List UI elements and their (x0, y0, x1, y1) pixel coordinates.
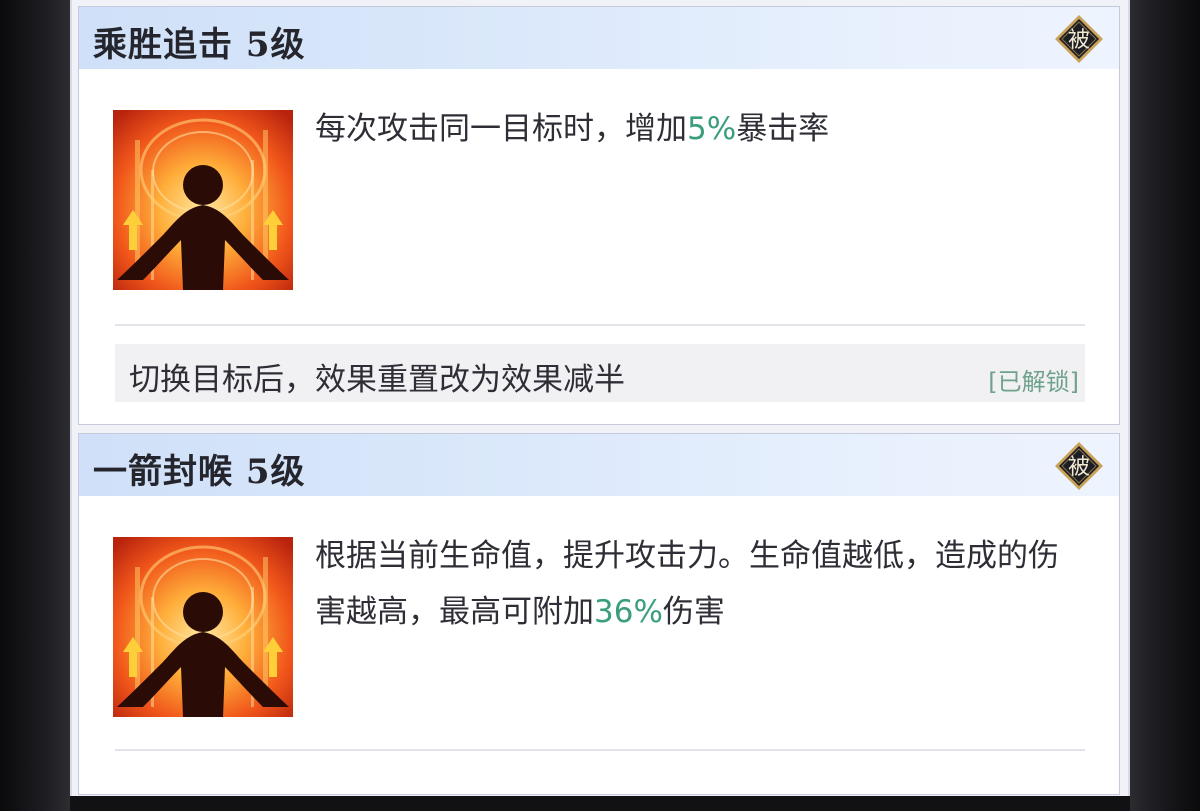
left-backdrop (0, 0, 70, 811)
panel-bottom-edge (70, 796, 1130, 811)
description-highlight: 5% (687, 111, 737, 147)
passive-diamond-icon: 被 (1055, 442, 1103, 490)
skill-description: 每次攻击同一目标时，增加5%暴击率 (315, 101, 1075, 157)
bonus-description: 切换目标后，效果重置改为效果减半 (129, 362, 625, 398)
description-text: 暴击率 (736, 111, 830, 147)
passive-badge: 被 (1053, 440, 1105, 492)
divider (115, 324, 1085, 326)
skill-description: 根据当前生命值，提升攻击力。生命值越低，造成的伤害越高，最高可附加36%伤害 (315, 528, 1075, 640)
unlock-status: [已解锁] (988, 368, 1079, 396)
flame-silhouette-icon (113, 110, 293, 290)
skill-card-header: 一箭封喉 5级 被 (79, 434, 1119, 496)
description-text: 每次攻击同一目标时，增加 (315, 111, 687, 147)
flame-silhouette-icon (113, 537, 293, 717)
skill-card-header: 乘胜追击 5级 被 (79, 7, 1119, 69)
unlock-bonus-row: 切换目标后，效果重置改为效果减半 [已解锁] (115, 344, 1085, 402)
passive-badge: 被 (1053, 13, 1105, 65)
skill-title: 乘胜追击 5级 (93, 25, 306, 65)
right-backdrop (1128, 0, 1200, 811)
passive-diamond-icon: 被 (1055, 15, 1103, 63)
passive-badge-label: 被 (1068, 28, 1090, 53)
skill-card[interactable]: 一箭封喉 5级 被 根据当前生命值，提升攻击力。生命值越低，造成的伤害越高，最高… (78, 433, 1120, 795)
divider (115, 749, 1085, 751)
passive-badge-label: 被 (1068, 455, 1090, 480)
description-text: 伤害 (662, 594, 725, 630)
skill-title: 一箭封喉 5级 (93, 452, 306, 492)
skill-card[interactable]: 乘胜追击 5级 被 每次攻击同一目标时，增加5%暴击率 切换目标后，效果重置改为… (78, 6, 1120, 425)
description-highlight: 36% (594, 594, 663, 630)
